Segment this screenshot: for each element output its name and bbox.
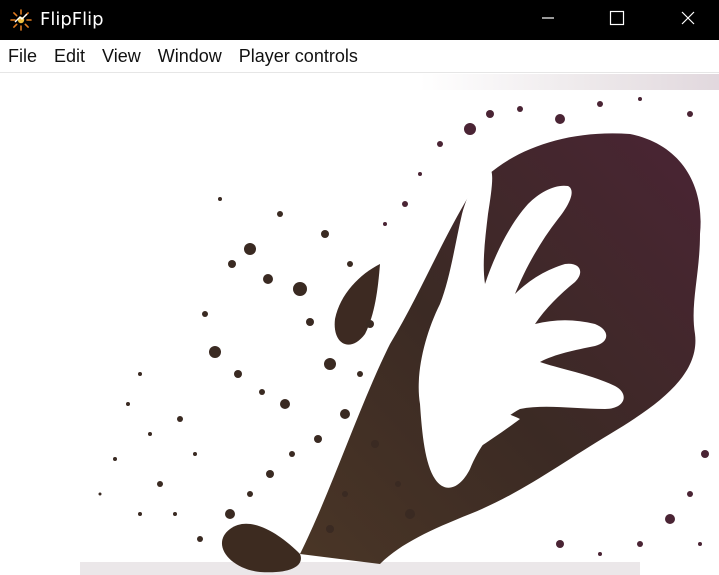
minimize-button[interactable]	[525, 0, 571, 40]
menu-bar: File Edit View Window Player controls	[0, 40, 719, 73]
window-title: FlipFlip	[40, 9, 104, 30]
ink-splatter-hand-image	[0, 74, 719, 575]
title-bar[interactable]: FlipFlip	[0, 0, 719, 40]
menu-edit[interactable]: Edit	[46, 40, 94, 73]
menu-view[interactable]: View	[94, 40, 150, 73]
minimize-icon	[541, 11, 555, 30]
maximize-button[interactable]	[594, 0, 640, 40]
app-window: FlipFlip File Edit View Window Player co…	[0, 0, 719, 575]
flipflip-logo-icon	[9, 8, 33, 32]
menu-window[interactable]: Window	[150, 40, 231, 73]
close-button[interactable]	[665, 0, 711, 40]
maximize-icon	[609, 10, 625, 31]
image-viewer[interactable]	[0, 74, 719, 575]
menu-player-controls[interactable]: Player controls	[231, 40, 367, 73]
close-icon	[680, 10, 696, 31]
menu-file[interactable]: File	[0, 40, 46, 73]
